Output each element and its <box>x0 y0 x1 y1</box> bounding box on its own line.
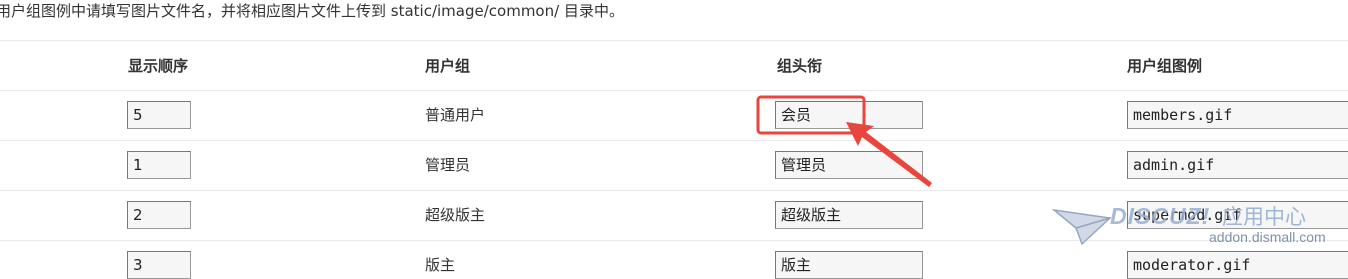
paper-plane-icon <box>1052 208 1112 246</box>
watermark-label: 应用中心 <box>1222 205 1306 229</box>
annotation-arrow-icon <box>846 122 932 187</box>
watermark-url: addon.dismall.com <box>1209 229 1326 245</box>
watermark: DISCUZ! 应用中心 addon.dismall.com <box>1052 200 1348 264</box>
watermark-brand: DISCUZ! <box>1110 203 1211 229</box>
highlight-box <box>756 95 866 135</box>
